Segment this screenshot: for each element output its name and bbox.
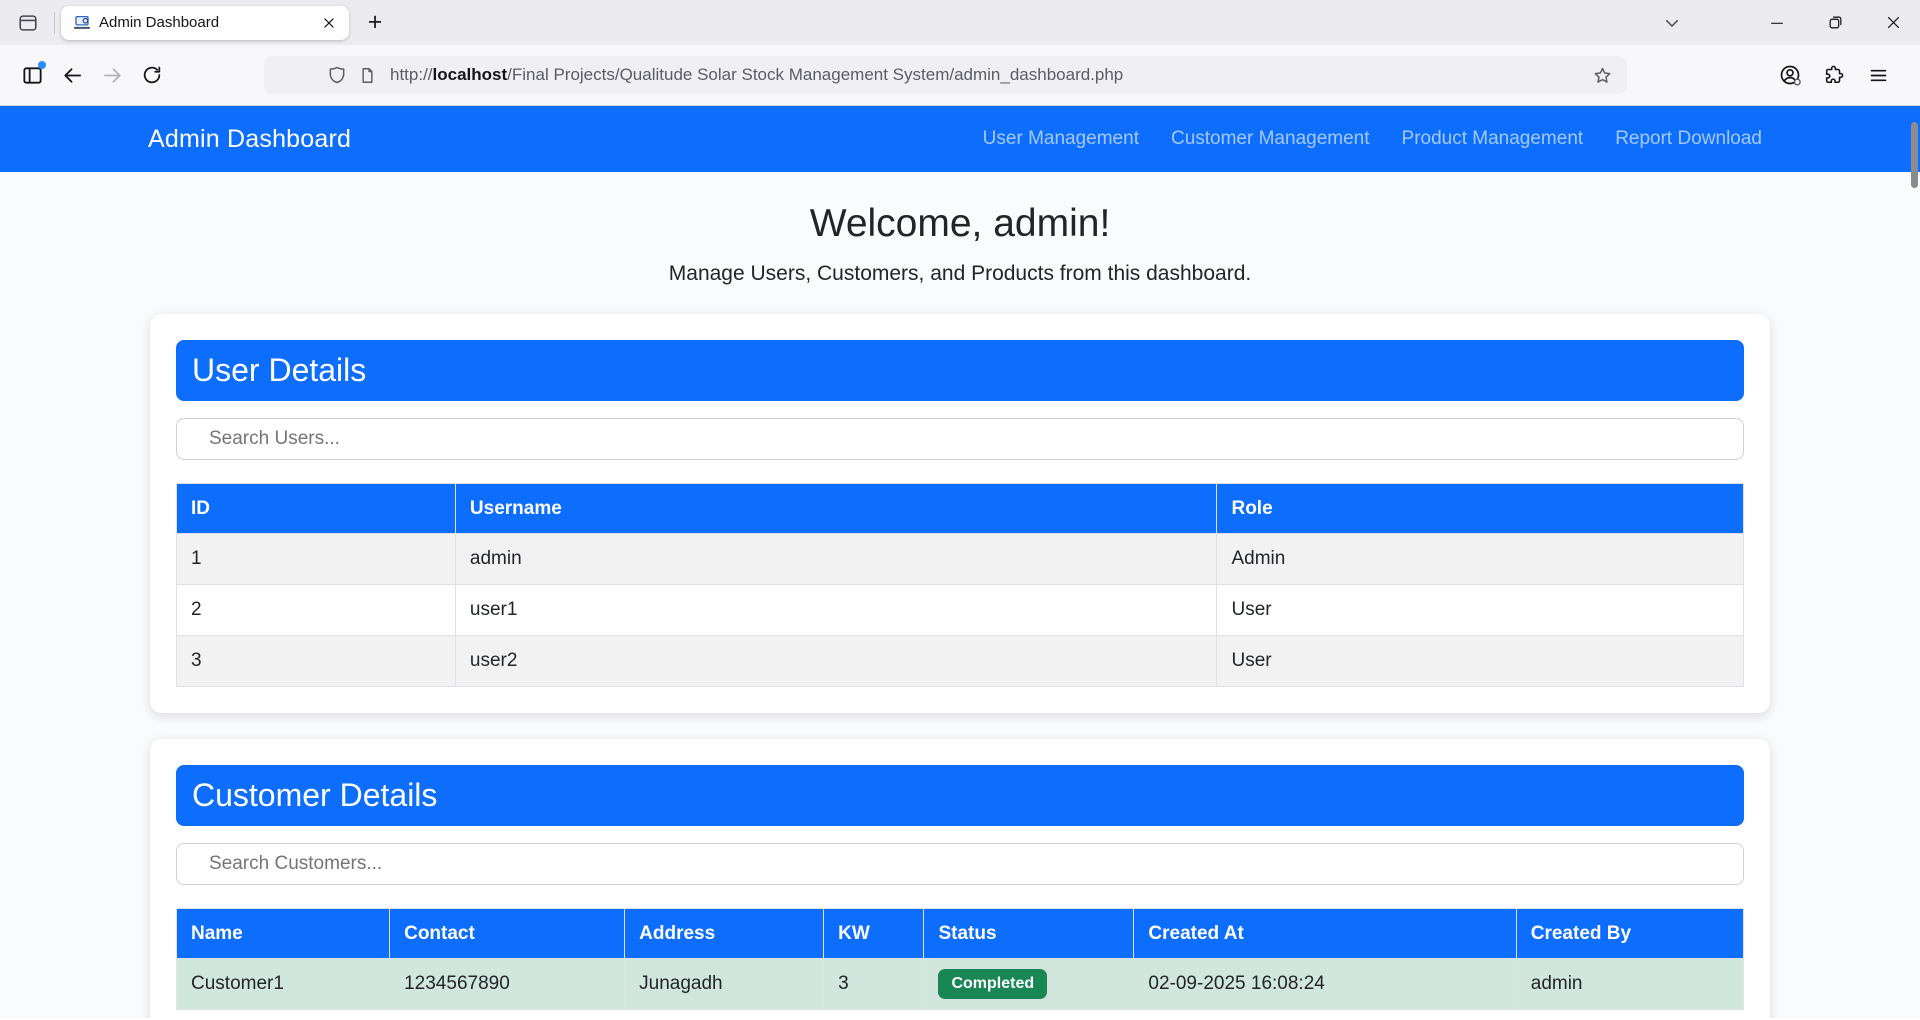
- navbar-brand: Admin Dashboard: [148, 125, 351, 154]
- close-window-icon[interactable]: [1876, 6, 1910, 40]
- tab-favicon-icon: [73, 14, 91, 32]
- customers-table-head: NameContactAddressKWStatusCreated AtCrea…: [177, 909, 1744, 959]
- table-cell-username: admin: [455, 534, 1217, 585]
- tracking-protection-shield-icon[interactable]: [322, 60, 352, 90]
- tab-close-icon[interactable]: [317, 11, 341, 35]
- browser-tab-strip: Admin Dashboard +: [0, 0, 1920, 45]
- table-cell-status: Completed: [924, 959, 1134, 1010]
- restore-window-icon[interactable]: [1818, 6, 1852, 40]
- column-header-created-at: Created At: [1134, 909, 1516, 959]
- url-text: http://localhost/Final Projects/Qualitud…: [390, 65, 1587, 85]
- minimize-window-icon[interactable]: [1760, 6, 1794, 40]
- search-customers-input[interactable]: [176, 843, 1744, 885]
- table-cell-role: User: [1217, 585, 1744, 636]
- table-cell-username: user2: [455, 636, 1217, 687]
- status-badge: Completed: [938, 969, 1047, 999]
- column-header-name: Name: [177, 909, 390, 959]
- column-header-role: Role: [1217, 484, 1744, 534]
- table-row: 2user1User: [177, 585, 1744, 636]
- tab-strip-divider: [54, 12, 55, 34]
- notification-dot: [38, 61, 46, 69]
- menu-hamburger-icon[interactable]: [1858, 55, 1898, 95]
- site-info-page-icon[interactable]: [352, 60, 382, 90]
- table-row: 1adminAdmin: [177, 534, 1744, 585]
- table-cell-kw: 3: [824, 959, 924, 1010]
- url-host: localhost: [433, 65, 508, 84]
- column-header-contact: Contact: [390, 909, 625, 959]
- table-cell-id: 1: [177, 534, 456, 585]
- column-header-address: Address: [625, 909, 824, 959]
- active-tab[interactable]: Admin Dashboard: [61, 6, 349, 40]
- reload-icon[interactable]: [132, 55, 172, 95]
- table-row: Customer11234567890Junagadh3 Completed 02-…: [177, 959, 1744, 1010]
- site-navbar: Admin Dashboard User Management Customer …: [0, 106, 1920, 172]
- table-cell-id: 2: [177, 585, 456, 636]
- list-all-tabs-icon[interactable]: [1654, 5, 1690, 41]
- column-header-status: Status: [924, 909, 1134, 959]
- users-table-body: 1adminAdmin2user1User3user2User: [177, 534, 1744, 687]
- user-details-card: User Details IDUsernameRole 1adminAdmin2…: [150, 314, 1770, 713]
- users-table: IDUsernameRole 1adminAdmin2user1User3use…: [176, 483, 1744, 687]
- column-header-username: Username: [455, 484, 1217, 534]
- column-header-kw: KW: [824, 909, 924, 959]
- navbar-links: User Management Customer Management Produc…: [983, 128, 1762, 150]
- users-table-head: IDUsernameRole: [177, 484, 1744, 534]
- search-users-input[interactable]: [176, 418, 1744, 460]
- customers-table: NameContactAddressKWStatusCreated AtCrea…: [176, 908, 1744, 1010]
- url-scheme: http://: [390, 65, 433, 84]
- nav-link-customer-management[interactable]: Customer Management: [1171, 128, 1370, 150]
- nav-link-product-management[interactable]: Product Management: [1402, 128, 1584, 150]
- table-cell-role: User: [1217, 636, 1744, 687]
- url-bar[interactable]: http://localhost/Final Projects/Qualitud…: [264, 56, 1627, 94]
- customer-details-card: Customer Details NameContactAddressKWSta…: [150, 739, 1770, 1018]
- url-path: /Final Projects/Qualitude Solar Stock Ma…: [507, 65, 1123, 84]
- tab-title: Admin Dashboard: [99, 14, 309, 31]
- page-title: Welcome, admin!: [0, 202, 1920, 246]
- table-cell-name: Customer1: [177, 959, 390, 1010]
- column-header-created-by: Created By: [1516, 909, 1743, 959]
- customers-table-body: Customer11234567890Junagadh3 Completed 02-…: [177, 959, 1744, 1010]
- account-icon[interactable]: [1770, 55, 1810, 95]
- user-details-header: User Details: [176, 340, 1744, 401]
- nav-link-report-download[interactable]: Report Download: [1615, 128, 1762, 150]
- page-scrollbar-thumb[interactable]: [1911, 122, 1918, 188]
- customer-details-header: Customer Details: [176, 765, 1744, 826]
- browser-toolbar: http://localhost/Final Projects/Qualitud…: [0, 45, 1920, 106]
- table-cell-id: 3: [177, 636, 456, 687]
- forward-icon: [92, 55, 132, 95]
- nav-link-user-management[interactable]: User Management: [983, 128, 1139, 150]
- table-cell-contact: 1234567890: [390, 959, 625, 1010]
- page-content: Admin Dashboard User Management Customer …: [0, 106, 1920, 1018]
- column-header-id: ID: [177, 484, 456, 534]
- back-icon[interactable]: [52, 55, 92, 95]
- sidebar-toggle-icon[interactable]: [12, 55, 52, 95]
- table-cell-address: Junagadh: [625, 959, 824, 1010]
- bookmark-star-icon[interactable]: [1587, 60, 1617, 90]
- table-cell-created-at: 02-09-2025 16:08:24: [1134, 959, 1516, 1010]
- page-subtitle: Manage Users, Customers, and Products fr…: [0, 262, 1920, 286]
- firefox-view-icon[interactable]: [10, 5, 46, 41]
- table-cell-created-by: admin: [1516, 959, 1743, 1010]
- table-row: 3user2User: [177, 636, 1744, 687]
- new-tab-button[interactable]: +: [357, 5, 393, 41]
- table-cell-role: Admin: [1217, 534, 1744, 585]
- table-cell-username: user1: [455, 585, 1217, 636]
- extensions-puzzle-icon[interactable]: [1814, 55, 1854, 95]
